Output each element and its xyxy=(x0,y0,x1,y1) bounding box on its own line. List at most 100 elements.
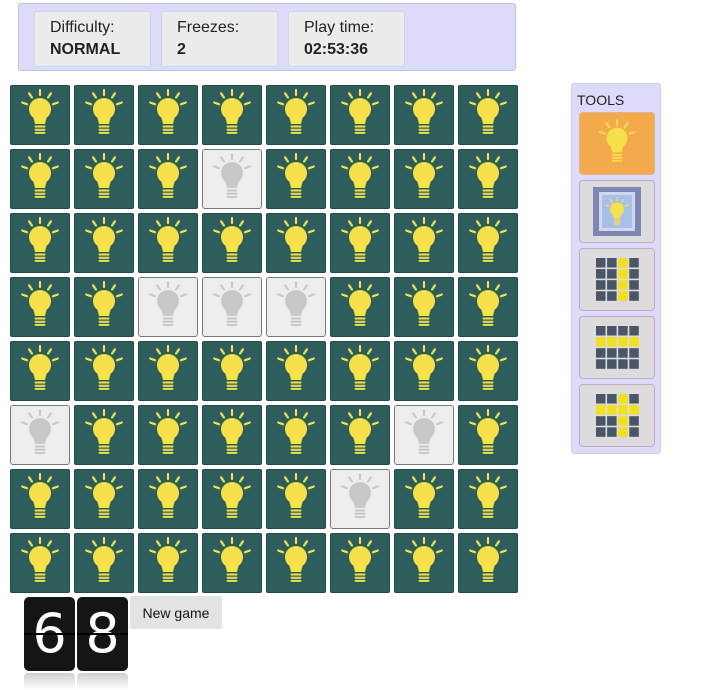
light-cell[interactable] xyxy=(10,533,70,593)
lightbulb-icon xyxy=(277,152,315,198)
light-cell[interactable] xyxy=(74,533,134,593)
light-cell[interactable] xyxy=(458,85,518,145)
lightbulb-icon xyxy=(149,536,187,582)
light-cell[interactable] xyxy=(138,149,198,209)
light-cell[interactable] xyxy=(330,533,390,593)
lightbulb-icon xyxy=(341,152,379,198)
lightbulb-icon xyxy=(469,344,507,390)
light-cell[interactable] xyxy=(10,149,70,209)
light-cell[interactable] xyxy=(266,277,326,337)
light-cell[interactable] xyxy=(266,341,326,401)
light-cell[interactable] xyxy=(330,213,390,273)
light-cell[interactable] xyxy=(330,85,390,145)
lightbulb-icon xyxy=(341,536,379,582)
light-cell[interactable] xyxy=(266,85,326,145)
light-cell[interactable] xyxy=(10,277,70,337)
light-cell[interactable] xyxy=(458,533,518,593)
lightbulb-icon xyxy=(213,408,251,454)
playtime-value: 02:53:36 xyxy=(304,41,369,58)
light-cell[interactable] xyxy=(458,405,518,465)
tools-title: TOOLS xyxy=(577,92,625,108)
light-cell[interactable] xyxy=(10,85,70,145)
lightbulb-icon xyxy=(21,216,59,262)
light-cell[interactable] xyxy=(330,341,390,401)
light-cell[interactable] xyxy=(394,277,454,337)
light-cell[interactable] xyxy=(202,149,262,209)
light-cell[interactable] xyxy=(74,149,134,209)
light-cell[interactable] xyxy=(10,213,70,273)
light-cell[interactable] xyxy=(74,405,134,465)
lightbulb-icon xyxy=(149,88,187,134)
light-cell[interactable] xyxy=(394,213,454,273)
light-cell[interactable] xyxy=(458,341,518,401)
light-cell[interactable] xyxy=(266,469,326,529)
light-cell[interactable] xyxy=(330,277,390,337)
lightbulb-icon xyxy=(469,536,507,582)
single-bulb-tool[interactable] xyxy=(579,112,655,175)
light-cell[interactable] xyxy=(202,341,262,401)
light-cell[interactable] xyxy=(10,469,70,529)
light-cell[interactable] xyxy=(202,469,262,529)
light-cell[interactable] xyxy=(74,469,134,529)
lightbulb-icon xyxy=(85,408,123,454)
light-cell[interactable] xyxy=(74,277,134,337)
light-cell[interactable] xyxy=(138,277,198,337)
light-cell[interactable] xyxy=(74,341,134,401)
lightbulb-icon xyxy=(213,344,251,390)
lightbulb-icon xyxy=(469,280,507,326)
light-cell[interactable] xyxy=(202,533,262,593)
light-cell[interactable] xyxy=(266,533,326,593)
light-cell[interactable] xyxy=(394,149,454,209)
light-cell[interactable] xyxy=(138,469,198,529)
light-cell[interactable] xyxy=(458,149,518,209)
light-cell[interactable] xyxy=(138,533,198,593)
light-cell[interactable] xyxy=(202,405,262,465)
frame-bulb-tool[interactable] xyxy=(579,180,655,243)
difficulty-value: NORMAL xyxy=(50,41,121,58)
light-cell[interactable] xyxy=(202,213,262,273)
row-tool[interactable] xyxy=(579,316,655,379)
light-cell[interactable] xyxy=(330,405,390,465)
lightbulb-icon xyxy=(85,216,123,262)
lightbulb-icon xyxy=(149,216,187,262)
lightbulb-icon xyxy=(277,344,315,390)
light-cell[interactable] xyxy=(330,149,390,209)
light-cell[interactable] xyxy=(458,469,518,529)
light-cell[interactable] xyxy=(138,405,198,465)
light-cell[interactable] xyxy=(394,469,454,529)
light-cell[interactable] xyxy=(266,149,326,209)
light-cell[interactable] xyxy=(394,533,454,593)
light-cell[interactable] xyxy=(74,213,134,273)
light-cell[interactable] xyxy=(138,213,198,273)
light-cell[interactable] xyxy=(138,341,198,401)
lightbulb-icon xyxy=(277,472,315,518)
light-cell[interactable] xyxy=(394,341,454,401)
lightbulb-icon xyxy=(598,119,636,162)
freezes-value: 2 xyxy=(177,41,186,58)
light-cell[interactable] xyxy=(394,85,454,145)
light-cell[interactable] xyxy=(458,277,518,337)
light-cell[interactable] xyxy=(202,85,262,145)
light-cell[interactable] xyxy=(458,213,518,273)
light-cell[interactable] xyxy=(10,341,70,401)
playtime-label: Play time: xyxy=(304,19,375,36)
lightbulb-icon xyxy=(341,88,379,134)
lightbulb-icon xyxy=(21,536,59,582)
light-cell[interactable] xyxy=(330,469,390,529)
lightbulb-icon xyxy=(405,88,443,134)
cross-tool[interactable] xyxy=(579,384,655,447)
light-cell[interactable] xyxy=(202,277,262,337)
lightbulb-icon xyxy=(341,216,379,262)
lightbulb-icon xyxy=(149,472,187,518)
column-tool[interactable] xyxy=(579,248,655,311)
light-cell[interactable] xyxy=(266,213,326,273)
light-cell[interactable] xyxy=(266,405,326,465)
light-cell[interactable] xyxy=(74,85,134,145)
light-cell[interactable] xyxy=(138,85,198,145)
lightbulb-icon xyxy=(85,152,123,198)
light-cell[interactable] xyxy=(10,405,70,465)
stats-panel: Difficulty: NORMAL Freezes: 2 Play time:… xyxy=(18,3,516,71)
new-game-button[interactable]: New game xyxy=(130,596,222,629)
light-cell[interactable] xyxy=(394,405,454,465)
lightbulb-icon xyxy=(149,152,187,198)
